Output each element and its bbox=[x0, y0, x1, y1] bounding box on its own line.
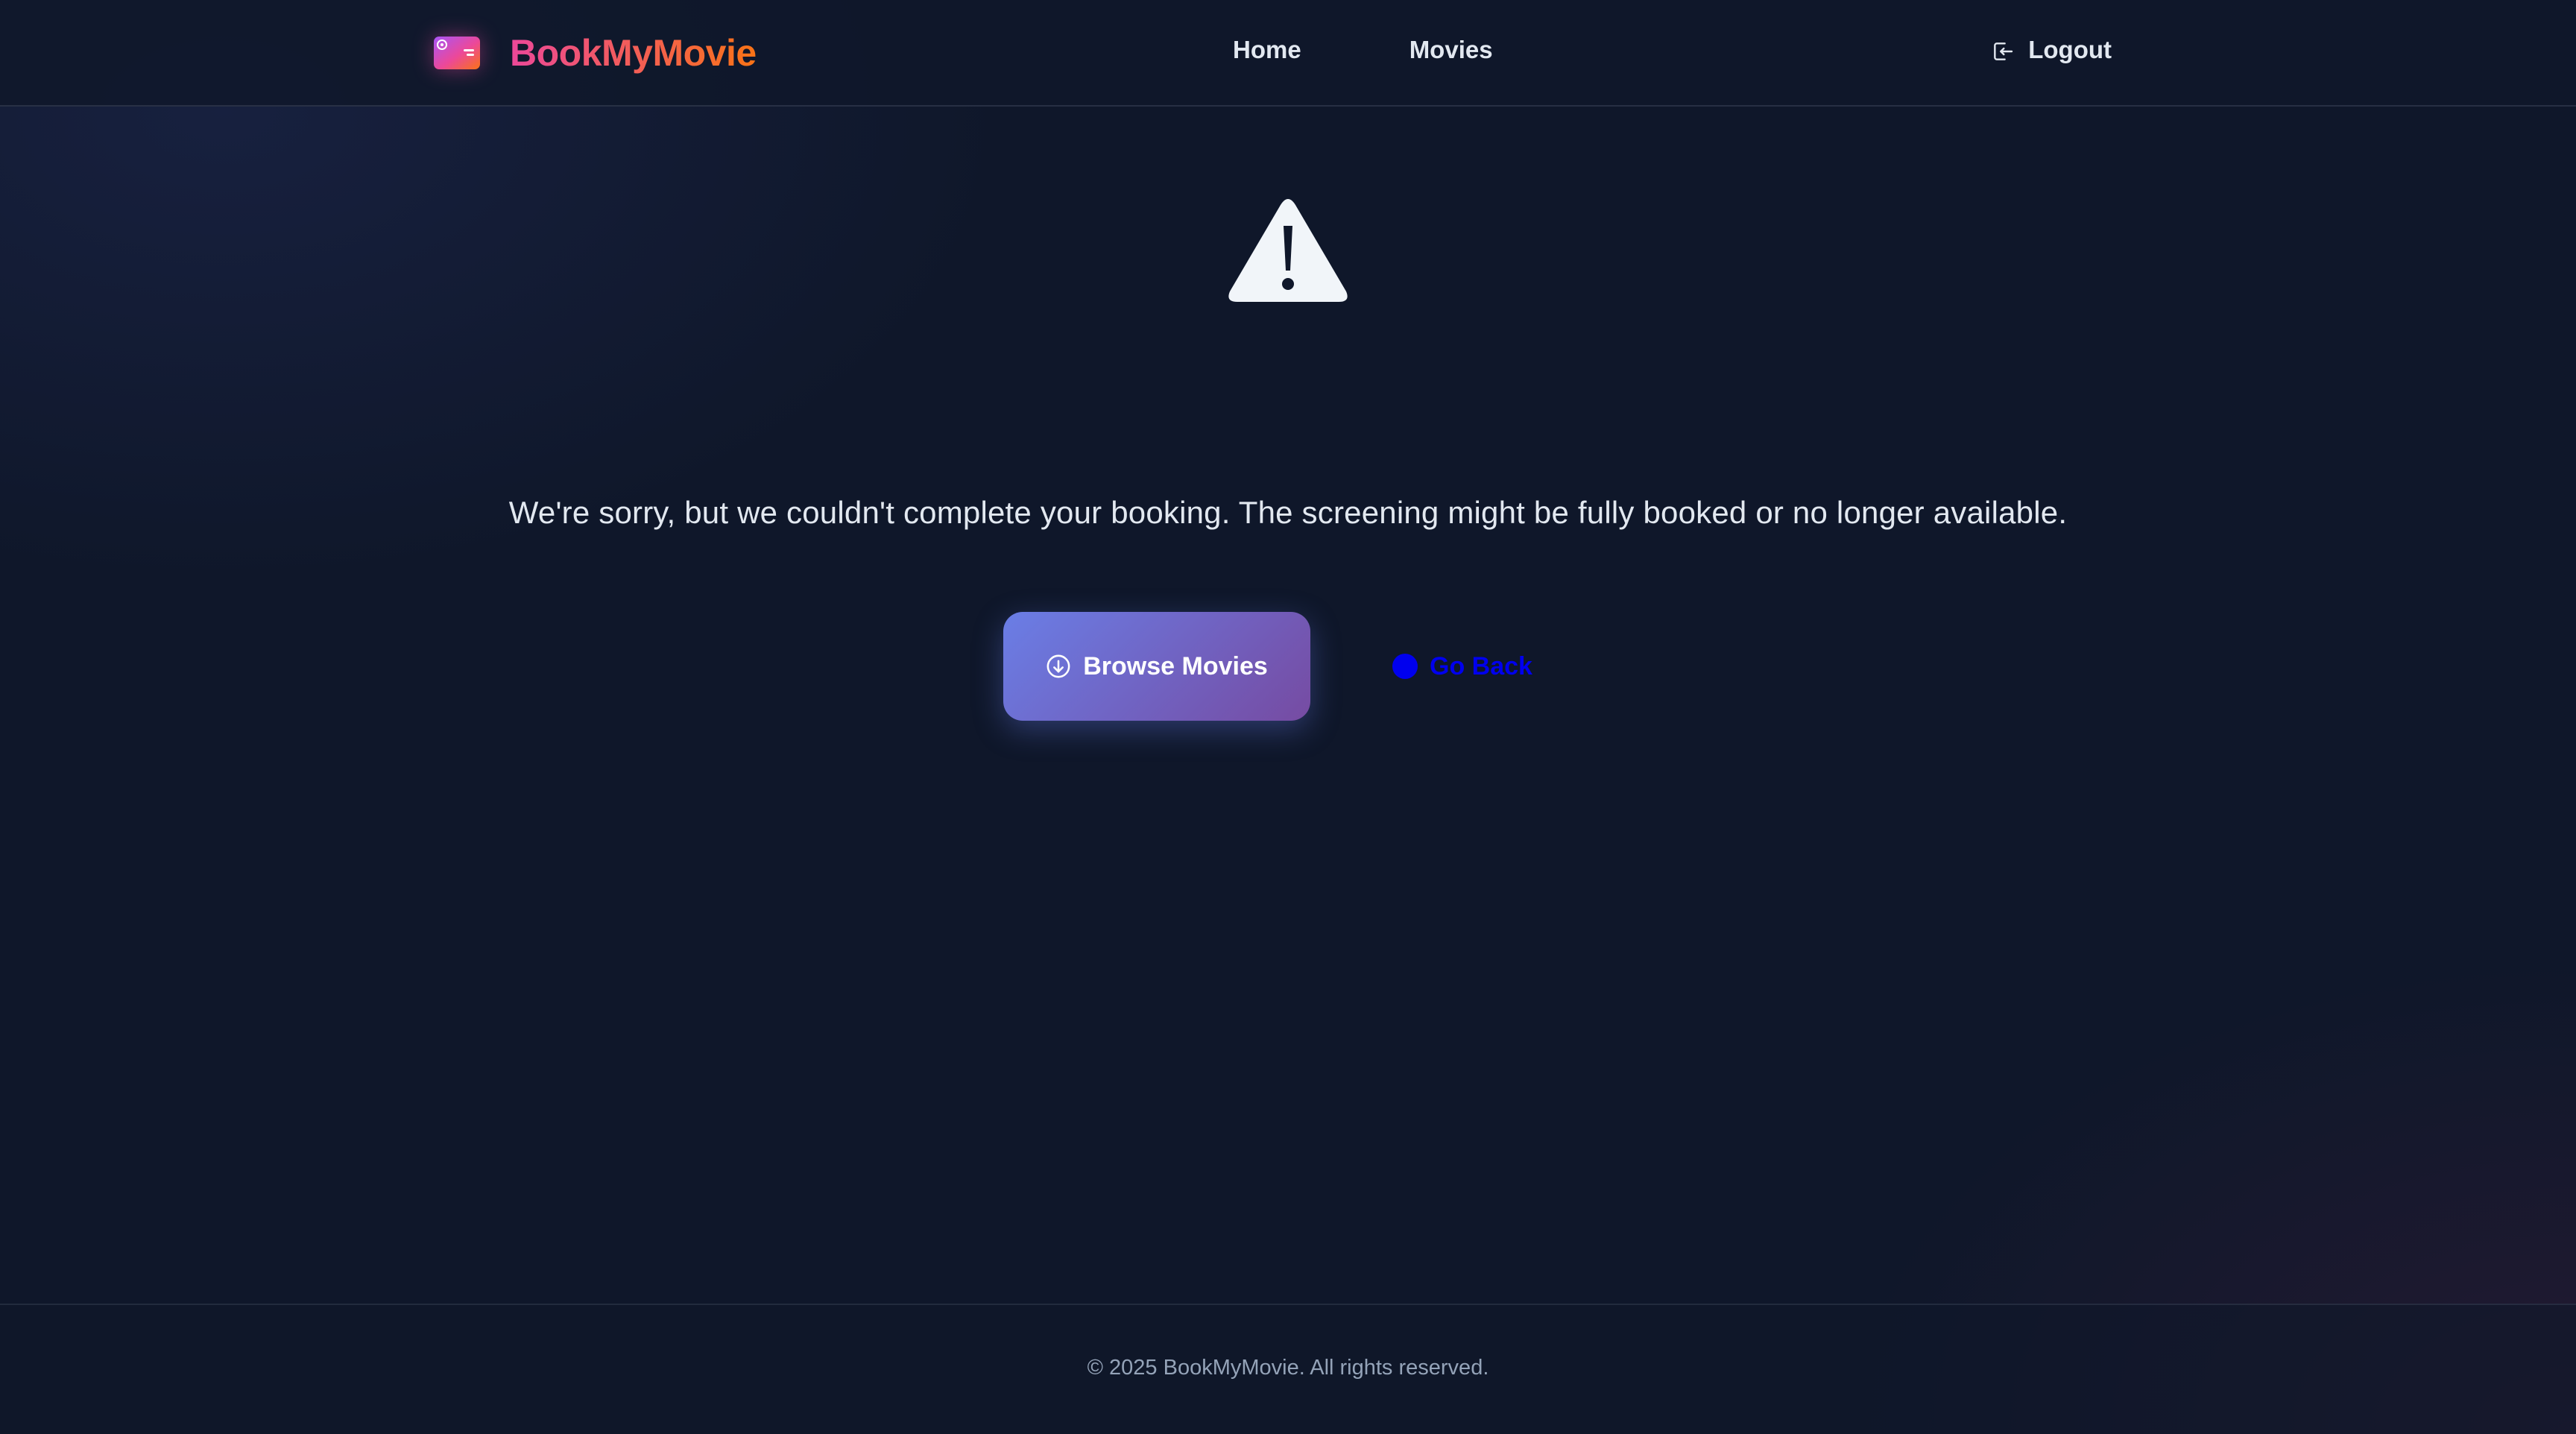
back-arrow-icon bbox=[1392, 654, 1418, 679]
brand-logo-link[interactable]: BookMyMovie bbox=[434, 28, 757, 78]
arrow-down-circle-icon bbox=[1046, 654, 1070, 678]
logout-label: Logout bbox=[2028, 36, 2112, 63]
browse-movies-button[interactable]: Browse Movies bbox=[1003, 612, 1310, 721]
error-message: We're sorry, but we couldn't complete yo… bbox=[508, 495, 2068, 530]
browse-movies-label: Browse Movies bbox=[1083, 651, 1268, 680]
action-buttons: Browse Movies Go Back bbox=[1003, 612, 1532, 721]
warning-triangle-icon bbox=[1228, 199, 1348, 302]
main-nav: Home Movies bbox=[1233, 36, 1493, 64]
site-header: BookMyMovie Home Movies Logout bbox=[0, 0, 2576, 107]
go-back-link[interactable]: Go Back bbox=[1392, 652, 1532, 681]
nav-movies-link[interactable]: Movies bbox=[1409, 36, 1493, 64]
nav-home-link[interactable]: Home bbox=[1233, 36, 1301, 64]
go-back-label: Go Back bbox=[1430, 651, 1532, 680]
copyright-text: © 2025 BookMyMovie. All rights reserved. bbox=[1087, 1356, 1489, 1380]
logout-icon bbox=[1994, 42, 2013, 60]
brand-name: BookMyMovie bbox=[510, 32, 757, 74]
logout-button[interactable]: Logout bbox=[1991, 36, 2112, 64]
site-footer: © 2025 BookMyMovie. All rights reserved. bbox=[0, 1304, 2576, 1434]
ticket-icon bbox=[434, 37, 480, 69]
